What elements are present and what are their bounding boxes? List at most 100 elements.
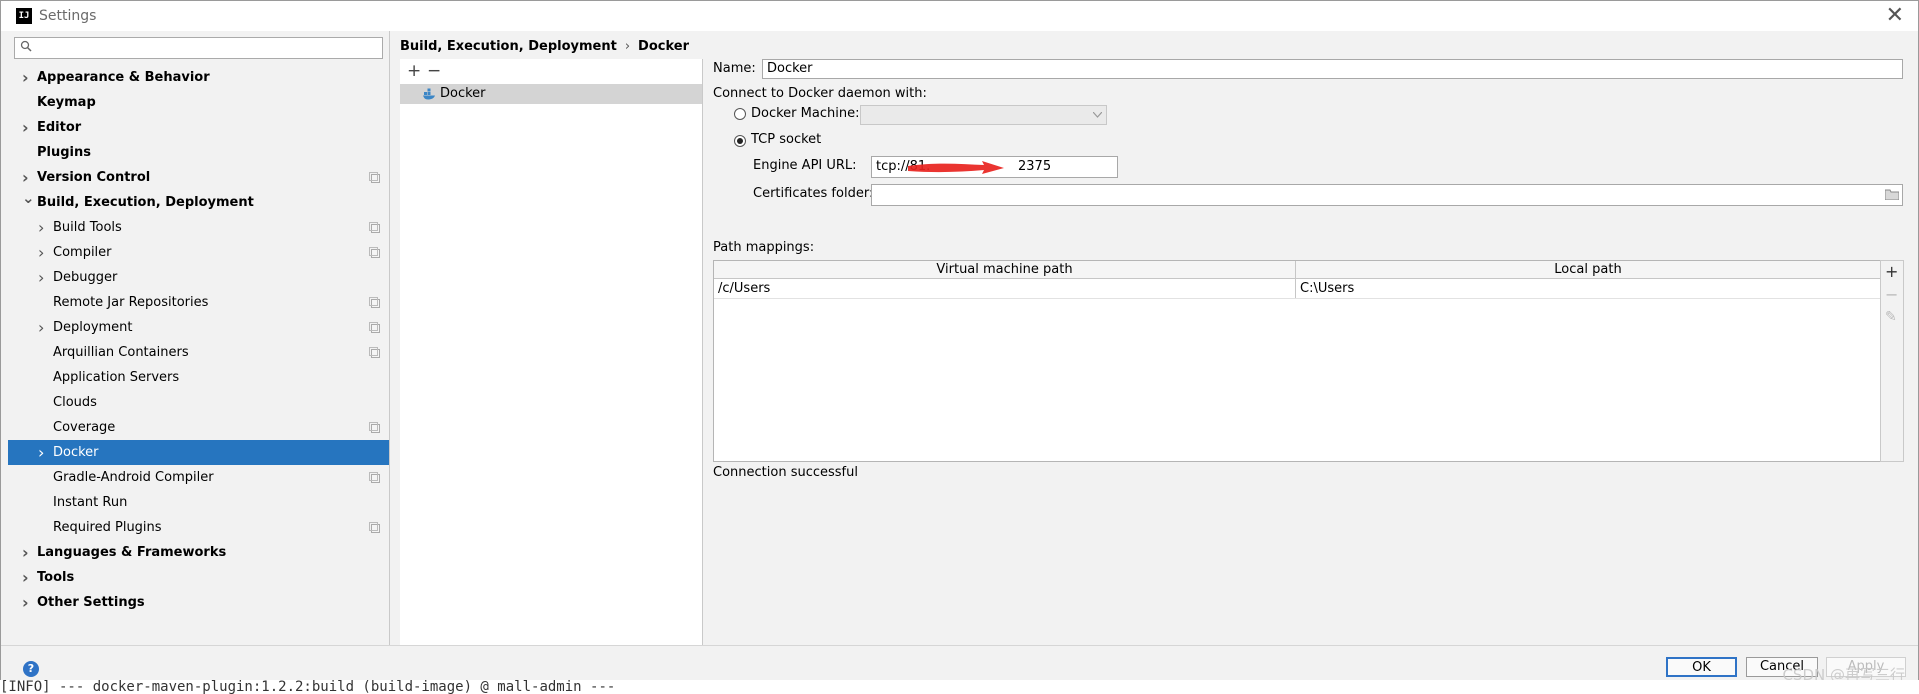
sidebar-item-label: Tools bbox=[37, 570, 75, 585]
sidebar-item-appearance-behavior[interactable]: › Appearance & Behavior bbox=[8, 65, 389, 90]
vm-path-cell[interactable]: /c/Users bbox=[714, 279, 1295, 298]
sidebar-item-debugger[interactable]: › Debugger bbox=[8, 265, 389, 290]
sidebar-item-label: Other Settings bbox=[37, 595, 145, 610]
close-icon[interactable]: ✕ bbox=[1886, 3, 1904, 28]
chevron-right-icon[interactable]: › bbox=[38, 315, 44, 340]
sidebar-item-other-settings[interactable]: › Other Settings bbox=[8, 590, 389, 615]
docker-machine-radio[interactable] bbox=[734, 108, 746, 120]
sidebar-item-label: Required Plugins bbox=[53, 520, 162, 535]
chevron-right-icon[interactable]: › bbox=[22, 565, 29, 590]
sidebar-item-label: Clouds bbox=[53, 395, 97, 410]
chevron-right-icon[interactable]: › bbox=[22, 590, 29, 615]
sidebar-item-label: Compiler bbox=[53, 245, 112, 260]
column-header-vm-path[interactable]: Virtual machine path bbox=[714, 261, 1295, 279]
certificates-folder-label: Certificates folder: bbox=[753, 186, 874, 201]
chevron-right-icon[interactable]: › bbox=[22, 540, 29, 565]
docker-config-label: Docker bbox=[440, 86, 486, 101]
chevron-right-icon[interactable]: › bbox=[22, 115, 29, 140]
add-config-button[interactable]: + bbox=[407, 61, 421, 81]
chevron-right-icon[interactable]: › bbox=[38, 240, 44, 265]
project-scope-icon bbox=[369, 297, 380, 308]
sidebar-item-compiler[interactable]: › Compiler bbox=[8, 240, 389, 265]
breadcrumb-parent[interactable]: Build, Execution, Deployment bbox=[400, 39, 617, 54]
path-mappings-toolbar: + − ✎ bbox=[1880, 260, 1904, 462]
sidebar-item-required-plugins[interactable]: Required Plugins bbox=[8, 515, 389, 540]
certificates-folder-field[interactable] bbox=[871, 184, 1903, 206]
sidebar-item-label: Gradle-Android Compiler bbox=[53, 470, 214, 485]
project-scope-icon bbox=[369, 522, 380, 533]
engine-api-url-label: Engine API URL: bbox=[753, 158, 857, 173]
project-scope-icon bbox=[369, 422, 380, 433]
connection-status: Connection successful bbox=[713, 465, 858, 480]
sidebar-item-gradle-android-compiler[interactable]: Gradle-Android Compiler bbox=[8, 465, 389, 490]
name-field[interactable]: Docker bbox=[762, 59, 1903, 79]
help-icon[interactable]: ? bbox=[23, 661, 39, 677]
docker-machine-select bbox=[860, 105, 1107, 125]
chevron-right-icon[interactable]: › bbox=[22, 65, 29, 90]
path-mappings-table: Virtual machine path Local path /c/Users… bbox=[713, 260, 1881, 462]
settings-sidebar: › Appearance & Behavior Keymap › Editor Plugi… bbox=[8, 31, 390, 645]
sidebar-item-coverage[interactable]: Coverage bbox=[8, 415, 389, 440]
settings-dialog: IJ Settings ✕ › Appearance & Behavior Keym… bbox=[0, 0, 1919, 682]
docker-config-list-item[interactable]: Docker bbox=[400, 84, 702, 104]
project-scope-icon bbox=[369, 247, 380, 258]
title-bar: IJ Settings ✕ bbox=[1, 1, 1918, 31]
sidebar-item-keymap[interactable]: Keymap bbox=[8, 90, 389, 115]
sidebar-item-version-control[interactable]: › Version Control bbox=[8, 165, 389, 190]
sidebar-item-label: Instant Run bbox=[53, 495, 128, 510]
sidebar-item-instant-run[interactable]: Instant Run bbox=[8, 490, 389, 515]
project-scope-icon bbox=[369, 472, 380, 483]
path-mappings-label: Path mappings: bbox=[713, 240, 815, 255]
sidebar-item-clouds[interactable]: Clouds bbox=[8, 390, 389, 415]
add-mapping-button[interactable]: + bbox=[1885, 262, 1898, 281]
sidebar-item-label: Build Tools bbox=[53, 220, 122, 235]
chevron-down-icon[interactable]: ⌄ bbox=[22, 186, 35, 211]
docker-icon bbox=[423, 88, 435, 100]
edit-mapping-icon[interactable]: ✎ bbox=[1885, 309, 1897, 325]
sidebar-item-label: Application Servers bbox=[53, 370, 180, 385]
sidebar-item-build-tools[interactable]: › Build Tools bbox=[8, 215, 389, 240]
sidebar-item-application-servers[interactable]: Application Servers bbox=[8, 365, 389, 390]
sidebar-item-plugins[interactable]: Plugins bbox=[8, 140, 389, 165]
tcp-socket-label: TCP socket bbox=[751, 132, 822, 147]
sidebar-item-label: Deployment bbox=[53, 320, 133, 335]
local-path-cell[interactable]: C:\Users bbox=[1296, 279, 1880, 298]
intellij-app-icon: IJ bbox=[16, 8, 32, 24]
chevron-right-icon[interactable]: › bbox=[38, 440, 44, 465]
docker-config-list-panel: + − Docker bbox=[400, 59, 703, 645]
chevron-right-icon[interactable]: › bbox=[38, 215, 44, 240]
docker-machine-label: Docker Machine: bbox=[751, 106, 860, 121]
folder-icon[interactable] bbox=[1885, 189, 1899, 200]
sidebar-item-label: Coverage bbox=[53, 420, 116, 435]
red-redaction-arrow bbox=[908, 161, 1004, 174]
chevron-down-icon bbox=[1093, 112, 1102, 118]
sidebar-item-label: Plugins bbox=[37, 145, 91, 160]
name-label: Name: bbox=[713, 61, 756, 76]
remove-mapping-button[interactable]: − bbox=[1885, 285, 1898, 304]
settings-search-input[interactable] bbox=[14, 37, 383, 59]
sidebar-item-deployment[interactable]: › Deployment bbox=[8, 315, 389, 340]
sidebar-item-docker[interactable]: › Docker bbox=[8, 440, 389, 465]
sidebar-item-remote-jar-repositories[interactable]: Remote Jar Repositories bbox=[8, 290, 389, 315]
engine-api-url-field[interactable]: tcp://81. 2375 bbox=[871, 156, 1118, 178]
column-header-local-path[interactable]: Local path bbox=[1296, 261, 1880, 279]
remove-config-button[interactable]: − bbox=[427, 61, 441, 81]
sidebar-item-arquillian-containers[interactable]: Arquillian Containers bbox=[8, 340, 389, 365]
sidebar-item-label: Keymap bbox=[37, 95, 96, 110]
breadcrumb-separator: › bbox=[624, 39, 631, 54]
tcp-socket-radio[interactable] bbox=[734, 135, 746, 147]
sidebar-item-editor[interactable]: › Editor bbox=[8, 115, 389, 140]
dialog-button-bar: ? OK Cancel Apply bbox=[1, 645, 1918, 682]
project-scope-icon bbox=[369, 322, 380, 333]
chevron-right-icon[interactable]: › bbox=[38, 265, 44, 290]
sidebar-item-label: Version Control bbox=[37, 170, 151, 185]
sidebar-item-label: Docker bbox=[53, 445, 99, 460]
ok-button[interactable]: OK bbox=[1666, 657, 1737, 677]
project-scope-icon bbox=[369, 172, 380, 183]
sidebar-item-languages-frameworks[interactable]: › Languages & Frameworks bbox=[8, 540, 389, 565]
sidebar-item-tools[interactable]: › Tools bbox=[8, 565, 389, 590]
breadcrumb: Build, Execution, Deployment › Docker bbox=[400, 39, 689, 54]
breadcrumb-current: Docker bbox=[638, 39, 689, 54]
settings-tree: › Appearance & Behavior Keymap › Editor Plugi… bbox=[8, 65, 389, 615]
sidebar-item-build-execution-deployment[interactable]: ⌄ Build, Execution, Deployment bbox=[8, 189, 389, 215]
